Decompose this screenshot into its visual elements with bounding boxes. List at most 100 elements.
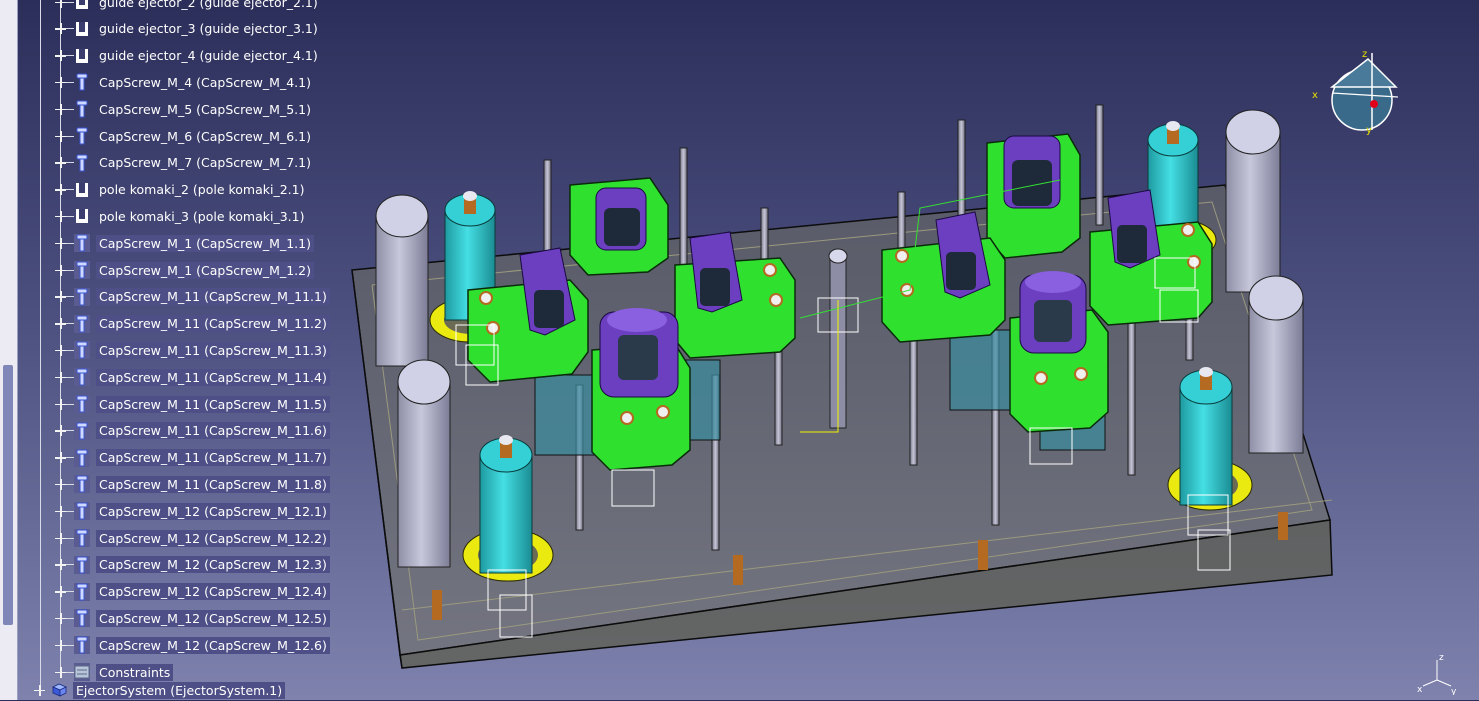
screw-icon bbox=[74, 502, 90, 521]
expand-icon[interactable] bbox=[55, 612, 66, 624]
tree-item[interactable]: CapScrew_M_11 (CapScrew_M_11.1) bbox=[55, 286, 330, 308]
tree-item[interactable]: CapScrew_M_5 (CapScrew_M_5.1) bbox=[55, 98, 314, 120]
tree-connector bbox=[66, 81, 74, 83]
triad-y-label: y bbox=[1451, 687, 1457, 695]
expand-icon[interactable] bbox=[55, 157, 66, 169]
tree-item[interactable]: CapScrew_M_12 (CapScrew_M_12.5) bbox=[55, 607, 330, 629]
screw-icon bbox=[74, 314, 90, 333]
tree-item[interactable]: CapScrew_M_11 (CapScrew_M_11.5) bbox=[55, 393, 330, 415]
tree-item-label: CapScrew_M_12 (CapScrew_M_12.6) bbox=[96, 636, 330, 654]
tree-item[interactable]: CapScrew_M_4 (CapScrew_M_4.1) bbox=[55, 71, 314, 93]
tree-item-label: CapScrew_M_12 (CapScrew_M_12.5) bbox=[96, 609, 330, 627]
expand-icon[interactable] bbox=[55, 210, 66, 222]
expand-icon[interactable] bbox=[55, 318, 66, 330]
tree-item-label: CapScrew_M_11 (CapScrew_M_11.6) bbox=[96, 422, 330, 440]
tree-connector bbox=[66, 55, 74, 57]
product-icon bbox=[51, 681, 67, 699]
tree-item[interactable]: pole komaki_2 (pole komaki_2.1) bbox=[55, 179, 307, 201]
specification-tree: guide ejector_2 (guide ejector_2.1)guide… bbox=[0, 0, 340, 700]
tree-connector bbox=[66, 591, 74, 593]
expand-icon[interactable] bbox=[55, 425, 66, 437]
triad-x-label: x bbox=[1417, 685, 1423, 695]
tree-item-label: pole komaki_2 (pole komaki_2.1) bbox=[99, 182, 305, 198]
tree-connector bbox=[66, 564, 74, 566]
expand-icon[interactable] bbox=[55, 184, 66, 196]
screw-icon bbox=[74, 100, 90, 118]
tree-connector bbox=[66, 617, 74, 619]
expand-icon[interactable] bbox=[55, 237, 66, 249]
tree-item[interactable]: CapScrew_M_11 (CapScrew_M_11.8) bbox=[55, 473, 330, 495]
screw-icon bbox=[74, 636, 90, 655]
tree-item-label: guide ejector_4 (guide ejector_4.1) bbox=[99, 48, 318, 64]
tree-item[interactable]: CapScrew_M_11 (CapScrew_M_11.3) bbox=[55, 339, 330, 361]
tree-item[interactable]: CapScrew_M_11 (CapScrew_M_11.2) bbox=[55, 313, 330, 335]
tree-item[interactable]: CapScrew_M_11 (CapScrew_M_11.7) bbox=[55, 447, 330, 469]
tree-root-line bbox=[40, 0, 41, 695]
compass-widget[interactable]: z x y bbox=[1310, 45, 1410, 140]
tree-item[interactable]: CapScrew_M_12 (CapScrew_M_12.1) bbox=[55, 500, 330, 522]
tree-item[interactable]: CapScrew_M_11 (CapScrew_M_11.4) bbox=[55, 366, 330, 388]
expand-icon[interactable] bbox=[34, 684, 45, 696]
tree-item[interactable]: CapScrew_M_12 (CapScrew_M_12.4) bbox=[55, 581, 330, 603]
tree-connector bbox=[66, 215, 74, 217]
tree-item[interactable]: CapScrew_M_7 (CapScrew_M_7.1) bbox=[55, 152, 314, 174]
screw-icon bbox=[74, 368, 90, 387]
tree-item[interactable]: CapScrew_M_1 (CapScrew_M_1.1) bbox=[55, 232, 314, 254]
tree-item-label: CapScrew_M_11 (CapScrew_M_11.7) bbox=[96, 449, 330, 467]
part-icon bbox=[74, 20, 90, 38]
expand-icon[interactable] bbox=[55, 666, 66, 678]
screw-icon bbox=[74, 234, 90, 253]
expand-icon[interactable] bbox=[55, 586, 66, 598]
expand-icon[interactable] bbox=[55, 50, 66, 62]
expand-icon[interactable] bbox=[55, 505, 66, 517]
expand-icon[interactable] bbox=[55, 23, 66, 35]
screw-icon bbox=[74, 154, 90, 172]
tree-connector bbox=[66, 671, 74, 673]
tree-item[interactable]: CapScrew_M_12 (CapScrew_M_12.3) bbox=[55, 554, 330, 576]
tree-item[interactable]: CapScrew_M_12 (CapScrew_M_12.6) bbox=[55, 634, 330, 656]
tree-item-label: CapScrew_M_6 (CapScrew_M_6.1) bbox=[99, 128, 311, 144]
expand-icon[interactable] bbox=[55, 0, 66, 8]
expand-icon[interactable] bbox=[55, 639, 66, 651]
tree-connector bbox=[66, 162, 74, 164]
tree-connector bbox=[66, 537, 74, 539]
screw-icon bbox=[74, 448, 90, 467]
screw-icon bbox=[74, 261, 90, 279]
part-icon bbox=[74, 181, 90, 199]
expand-icon[interactable] bbox=[55, 130, 66, 142]
tree-item-label: CapScrew_M_12 (CapScrew_M_12.4) bbox=[96, 583, 330, 601]
tree-item[interactable]: guide ejector_4 (guide ejector_4.1) bbox=[55, 45, 321, 67]
expand-icon[interactable] bbox=[55, 452, 66, 464]
expand-icon[interactable] bbox=[55, 559, 66, 571]
expand-icon[interactable] bbox=[55, 291, 66, 303]
expand-icon[interactable] bbox=[55, 398, 66, 410]
expand-icon[interactable] bbox=[55, 532, 66, 544]
tree-connector bbox=[66, 135, 74, 137]
tree-connector bbox=[66, 644, 74, 646]
expand-icon[interactable] bbox=[55, 103, 66, 115]
tree-item-label: CapScrew_M_5 (CapScrew_M_5.1) bbox=[99, 101, 311, 117]
screw-icon bbox=[74, 555, 90, 574]
tree-item[interactable]: guide ejector_3 (guide ejector_3.1) bbox=[55, 18, 321, 40]
tree-item[interactable]: CapScrew_M_11 (CapScrew_M_11.6) bbox=[55, 420, 330, 442]
tree-item-label: guide ejector_3 (guide ejector_3.1) bbox=[99, 21, 318, 37]
tree-item-label: CapScrew_M_12 (CapScrew_M_12.1) bbox=[96, 502, 330, 520]
tree-connector bbox=[66, 296, 74, 298]
triad-z-label: z bbox=[1439, 653, 1444, 663]
tree-item-label: CapScrew_M_11 (CapScrew_M_11.4) bbox=[96, 368, 330, 386]
tree-item[interactable]: CapScrew_M_12 (CapScrew_M_12.2) bbox=[55, 527, 330, 549]
expand-icon[interactable] bbox=[55, 264, 66, 276]
tree-item[interactable]: CapScrew_M_1 (CapScrew_M_1.2) bbox=[55, 259, 314, 281]
tree-connector bbox=[66, 189, 74, 191]
tree-root-node[interactable]: EjectorSystem (EjectorSystem.1) bbox=[34, 679, 286, 701]
expand-icon[interactable] bbox=[55, 344, 66, 356]
tree-connector bbox=[66, 28, 74, 30]
expand-icon[interactable] bbox=[55, 371, 66, 383]
expand-icon[interactable] bbox=[55, 478, 66, 490]
expand-icon[interactable] bbox=[55, 76, 66, 88]
tree-item-label: Constraints bbox=[96, 663, 174, 681]
tree-item[interactable]: guide ejector_2 (guide ejector_2.1) bbox=[55, 0, 321, 13]
tree-item[interactable]: pole komaki_3 (pole komaki_3.1) bbox=[55, 205, 307, 227]
tree-item[interactable]: CapScrew_M_6 (CapScrew_M_6.1) bbox=[55, 125, 314, 147]
3d-viewport[interactable] bbox=[340, 0, 1479, 700]
